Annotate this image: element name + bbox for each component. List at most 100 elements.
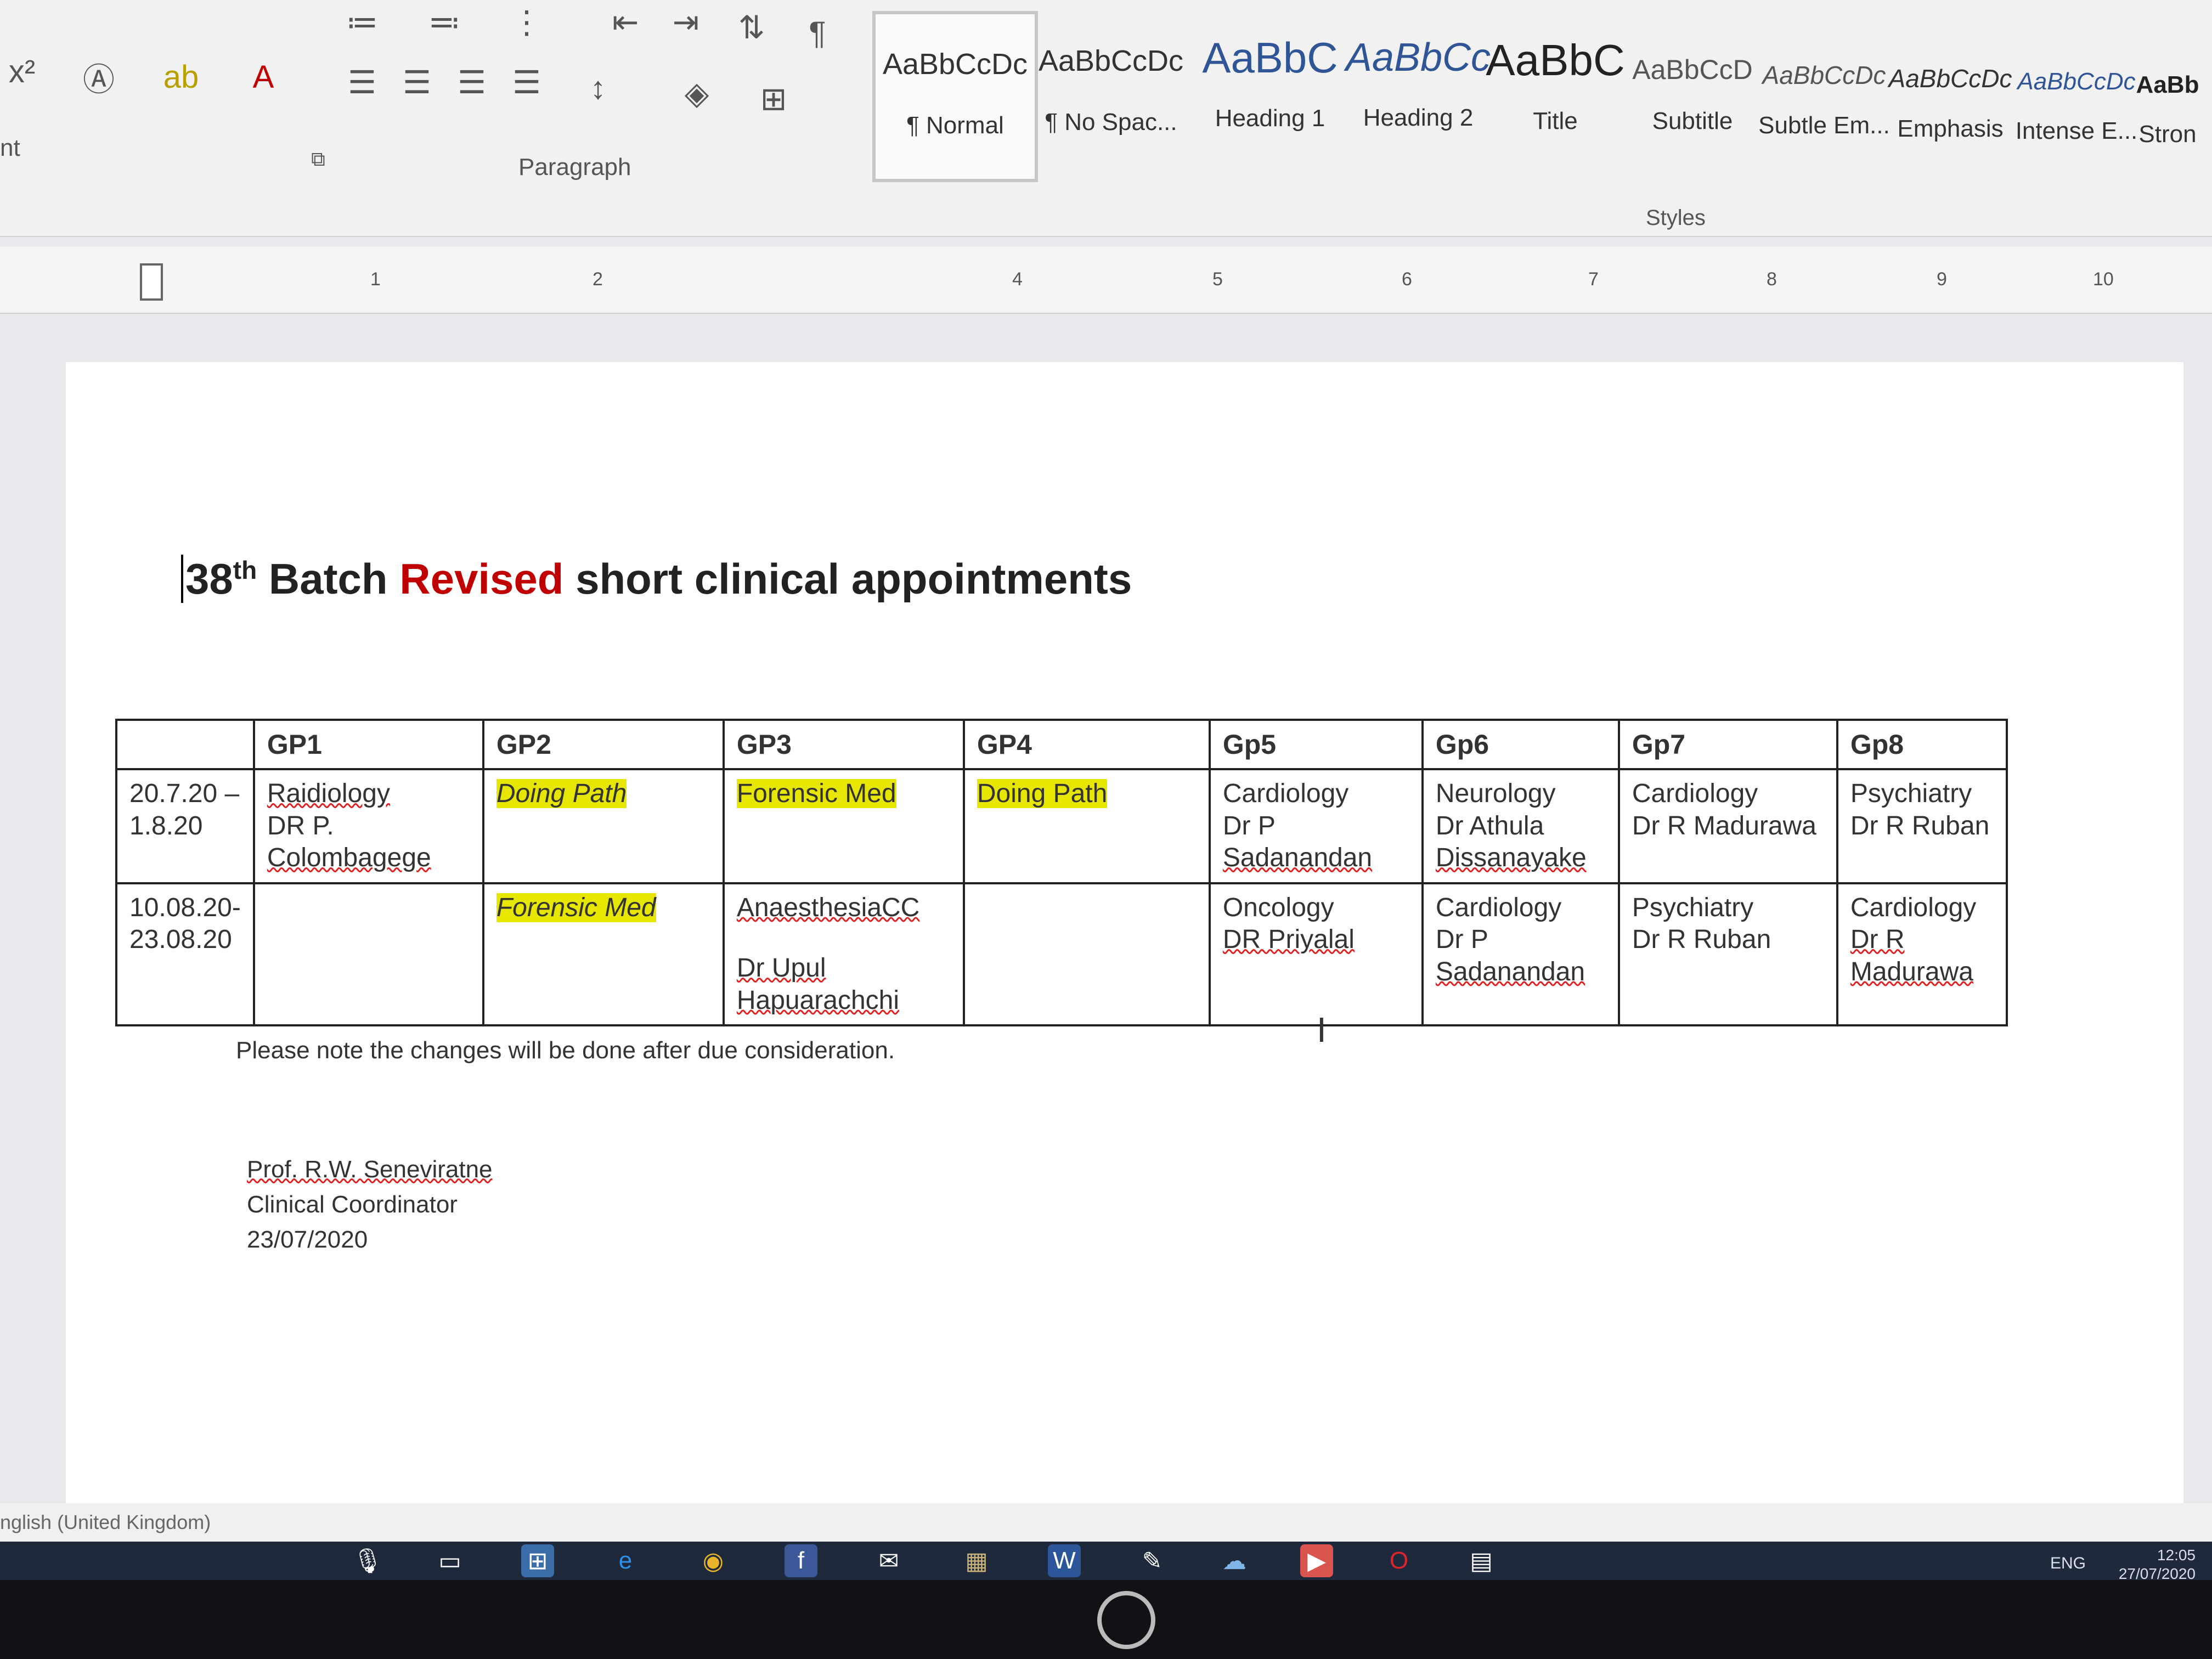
table-cell[interactable]: Forensic Med [722,768,965,884]
decrease-indent-icon[interactable]: ⇤ [603,0,647,44]
ruler-number: 2 [592,269,603,290]
table-cell[interactable]: Cardiology Dr P Sadanandan [1421,882,1620,1027]
system-tray[interactable]: ENG 12:05 27/07/2020 [2050,1546,2196,1580]
i-beam-cursor-icon: I [1317,1010,1327,1049]
photos-icon[interactable]: ▦ [960,1544,993,1577]
table-header-row: GP1 GP2 GP3 GP4 Gp5 Gp6 Gp7 Gp8 [115,719,2008,770]
ribbon: x² Ⓐ ab A ☰ ☰ ☰ ☰ ↕ ◈ ⊞ ≔ ≕ ⋮ ⇤ ⇥ ⇅ ¶ nt… [0,0,2212,237]
table-header-cell[interactable]: Gp5 [1208,719,1424,770]
word-icon[interactable]: W [1048,1544,1081,1577]
table-cell[interactable]: Psychiatry Dr R Ruban [1617,882,1838,1027]
style-heading-2[interactable]: AaBbCc Heading 2 [1339,11,1498,176]
table-header-cell[interactable]: Gp8 [1836,719,2008,770]
table-cell[interactable]: Neurology Dr Athula Dissanayake [1421,768,1620,884]
table-cell[interactable]: Cardiology Dr R Madurawa [1836,882,2008,1027]
styles-gallery: AaBbCcDc ¶ Normal AaBbCcDc ¶ No Spac... … [867,11,2212,182]
mail-icon[interactable]: ✉ [872,1544,905,1577]
borders-icon[interactable]: ⊞ [752,77,795,121]
table-cell[interactable]: Cardiology Dr P Sadanandan [1208,768,1424,884]
bullets-icon[interactable]: ≔ [340,0,384,44]
table-cell[interactable] [962,882,1211,1027]
style-strong[interactable]: AaBb Stron [2123,11,2212,176]
multilevel-list-icon[interactable]: ⋮ [505,0,549,44]
date-cell[interactable]: 10.08.20- 23.08.20 [115,882,255,1027]
center-icon[interactable]: ☰ [395,60,439,104]
align-right-icon[interactable]: ☰ [450,60,494,104]
opera-icon[interactable]: O [1383,1544,1415,1577]
clock-time[interactable]: 12:05 [2119,1546,2196,1565]
note-paragraph: Please note the changes will be done aft… [236,1037,895,1064]
monitor-logo-icon [1097,1591,1155,1649]
increase-indent-icon[interactable]: ⇥ [664,0,708,44]
line-spacing-icon[interactable]: ↕ [576,66,620,110]
table-row: 20.7.20 – 1.8.20 Raidiology DR P. Colomb… [115,768,2008,884]
text-effects-icon[interactable]: Ⓐ [77,55,121,99]
style-title[interactable]: AaBbC Title [1476,11,1635,176]
clock-date[interactable]: 27/07/2020 [2119,1565,2196,1580]
table-header-cell[interactable]: GP4 [962,719,1211,770]
taskbar: 🎙 ▭ ⊞ e ◉ f ✉ ▦ W ✎ ☁ ▶ O ▤ ENG 12:05 27… [0,1542,2212,1580]
style-heading-1[interactable]: AaBbC Heading 1 [1190,11,1350,176]
dialog-launcher-icon[interactable]: ⧉ [296,137,340,181]
highlight-icon[interactable]: ab [159,55,203,99]
numbering-icon[interactable]: ≕ [422,0,466,44]
table-cell[interactable]: Doing Path [962,768,1211,884]
table-header-cell[interactable]: Gp6 [1421,719,1620,770]
table-cell[interactable]: Cardiology Dr R Madurawa [1617,768,1838,884]
table-header-cell[interactable]: Gp7 [1617,719,1838,770]
table-cell[interactable]: Psychiatry Dr R Ruban [1836,768,2008,884]
justify-icon[interactable]: ☰ [505,60,549,104]
shading-icon[interactable]: ◈ [675,71,719,115]
table-header-cell[interactable]: GP1 [252,719,484,770]
table-header-cell[interactable]: GP2 [482,719,725,770]
ruler-number: 9 [1937,269,1947,290]
ruler-number: 7 [1588,269,1599,290]
edge-icon[interactable]: e [609,1544,642,1577]
calculator-icon[interactable]: ▤ [1465,1544,1498,1577]
signatory-name: Prof. R.W. Seneviratne [247,1156,493,1183]
style-normal[interactable]: AaBbCcDc ¶ Normal [872,11,1038,182]
horizontal-ruler[interactable]: 1 2 4 5 6 7 8 9 10 [0,247,2212,314]
ruler-number: 10 [2093,269,2114,290]
table-row: 10.08.20- 23.08.20 Forensic Med Anaesthe… [115,882,2008,1027]
ruler-number: 4 [1012,269,1023,290]
chrome-icon[interactable]: ◉ [697,1544,730,1577]
table-cell[interactable]: Raidiology DR P. Colombagege [252,768,484,884]
language-indicator[interactable]: nglish (United Kingdom) [0,1511,211,1534]
keyboard-language[interactable]: ENG [2050,1554,2086,1573]
table-cell[interactable]: Forensic Med [482,882,725,1027]
revised-word: Revised [399,555,564,603]
facebook-icon[interactable]: f [785,1544,817,1577]
sort-icon[interactable]: ⇅ [730,5,774,49]
table-cell[interactable]: Doing Path [482,768,725,884]
screen: x² Ⓐ ab A ☰ ☰ ☰ ☰ ↕ ◈ ⊞ ≔ ≕ ⋮ ⇤ ⇥ ⇅ ¶ nt… [0,0,2212,1580]
table-header-cell[interactable] [115,719,255,770]
ruler-number: 1 [370,269,381,290]
signature-date: 23/07/2020 [247,1226,368,1253]
document-page[interactable]: 38th Batch Revised short clinical appoin… [66,362,2183,1503]
styles-group-label: Styles [1646,206,1706,230]
paint-icon[interactable]: ✎ [1136,1544,1169,1577]
font-group-label: nt [0,134,20,161]
align-left-icon[interactable]: ☰ [340,60,384,104]
indent-marker[interactable] [140,263,163,301]
appointments-table[interactable]: GP1 GP2 GP3 GP4 Gp5 Gp6 Gp7 Gp8 20.7.20 … [115,719,2008,1027]
cortana-mic-icon[interactable]: 🎙 [351,1544,384,1577]
style-no-spacing[interactable]: AaBbCcDc ¶ No Spac... [1031,11,1190,176]
table-cell[interactable] [252,882,484,1027]
ruler-number: 6 [1402,269,1412,290]
text-cursor [181,555,185,603]
signatory-role: Clinical Coordinator [247,1190,458,1218]
ruler-number: 8 [1767,269,1777,290]
table-cell[interactable]: Oncology DR Priyalal [1208,882,1424,1027]
show-marks-icon[interactable]: ¶ [795,11,839,55]
media-icon[interactable]: ☁ [1218,1544,1251,1577]
date-cell[interactable]: 20.7.20 – 1.8.20 [115,768,255,884]
store-icon[interactable]: ⊞ [521,1544,554,1577]
table-cell[interactable]: AnaesthesiaCC Dr Upul Hapuarachchi [722,882,965,1027]
table-header-cell[interactable]: GP3 [722,719,965,770]
player-icon[interactable]: ▶ [1300,1544,1333,1577]
font-color-icon[interactable]: A [241,55,285,99]
superscript-icon[interactable]: x² [0,49,44,93]
task-view-icon[interactable]: ▭ [433,1544,466,1577]
